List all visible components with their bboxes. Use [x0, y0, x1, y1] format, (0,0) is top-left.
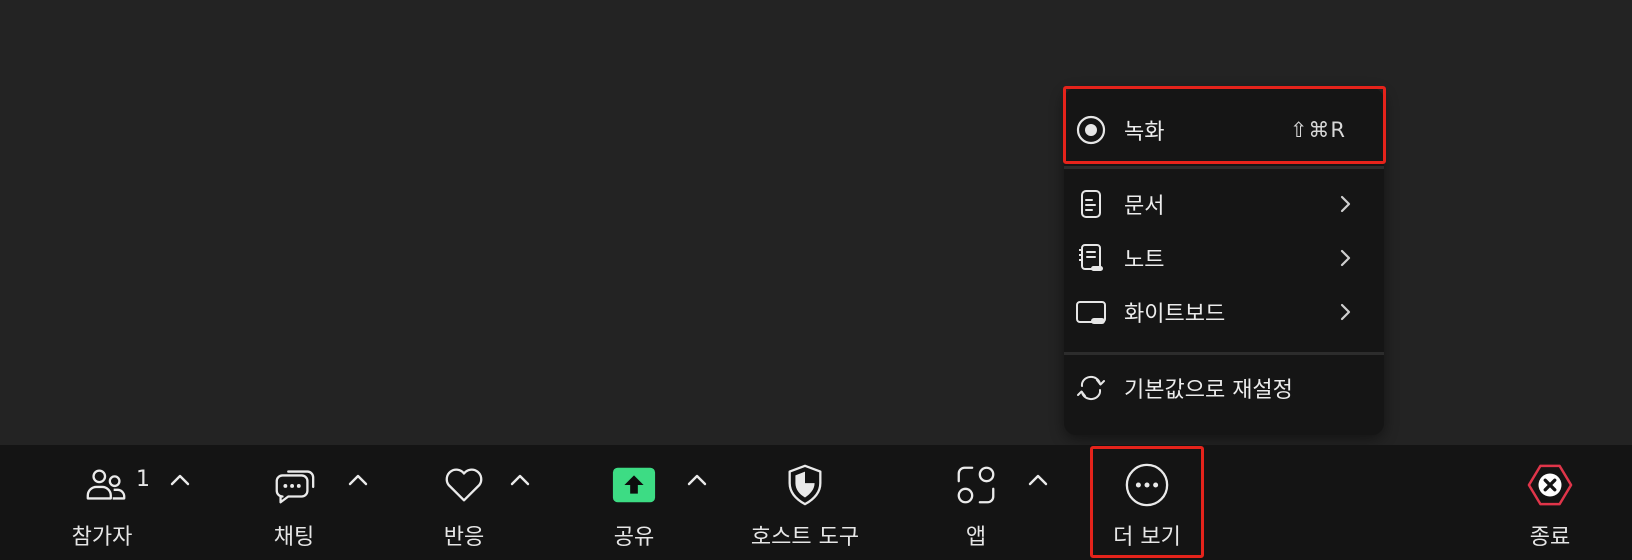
end-button[interactable]: 종료 [1500, 445, 1600, 560]
reset-label: 기본값으로 재설정 [1124, 378, 1293, 403]
apps-label: 앱 [965, 525, 987, 550]
end-icon [1526, 461, 1574, 509]
apps-icon [952, 461, 1000, 509]
notes-label: 노트 [1124, 248, 1165, 273]
reactions-caret-icon[interactable] [507, 465, 533, 495]
shield-icon [781, 461, 829, 509]
apps-caret-icon[interactable] [1025, 465, 1051, 495]
share-icon [610, 461, 658, 509]
chat-icon [270, 461, 318, 509]
menu-divider [1064, 166, 1384, 169]
whiteboard-label: 화이트보드 [1124, 302, 1226, 327]
reset-icon [1074, 371, 1108, 405]
document-icon [1074, 187, 1108, 221]
menu-item-whiteboard[interactable]: 화이트보드 [1064, 286, 1384, 338]
share-label: 공유 [613, 525, 655, 550]
chevron-right-icon [1340, 249, 1351, 267]
menu-item-documents[interactable]: 문서 [1064, 178, 1384, 230]
participants-label: 참가자 [71, 525, 133, 550]
end-label: 종료 [1529, 525, 1571, 550]
share-button[interactable]: 공유 [590, 445, 680, 560]
reactions-label: 반응 [443, 525, 485, 550]
documents-label: 문서 [1124, 194, 1165, 219]
chat-button[interactable]: 채팅 [250, 445, 340, 560]
reactions-button[interactable]: 반응 [420, 445, 510, 560]
menu-divider [1064, 352, 1384, 355]
participants-count: 1 [136, 467, 150, 492]
chat-label: 채팅 [273, 525, 315, 550]
meeting-toolbar: 1 참가자 채팅 반응 공유 호스트 도구 앱 더 보기 종료 [0, 445, 1632, 560]
participants-icon [82, 461, 130, 509]
menu-item-reset[interactable]: 기본값으로 재설정 [1064, 362, 1384, 414]
more-highlight [1090, 446, 1204, 558]
host-tools-button[interactable]: 호스트 도구 [740, 445, 870, 560]
chat-caret-icon[interactable] [345, 465, 371, 495]
apps-button[interactable]: 앱 [930, 445, 1020, 560]
menu-item-notes[interactable]: 노트 [1064, 232, 1384, 284]
chevron-right-icon [1340, 303, 1351, 321]
participants-caret-icon[interactable] [167, 465, 193, 495]
share-caret-icon[interactable] [684, 465, 710, 495]
participants-button[interactable]: 1 참가자 [60, 445, 200, 560]
chevron-right-icon [1340, 195, 1351, 213]
record-highlight [1063, 86, 1386, 164]
heart-icon [440, 461, 488, 509]
meeting-stage [0, 0, 1632, 445]
whiteboard-icon [1074, 295, 1108, 329]
host-tools-label: 호스트 도구 [750, 525, 860, 550]
notes-icon [1074, 241, 1108, 275]
